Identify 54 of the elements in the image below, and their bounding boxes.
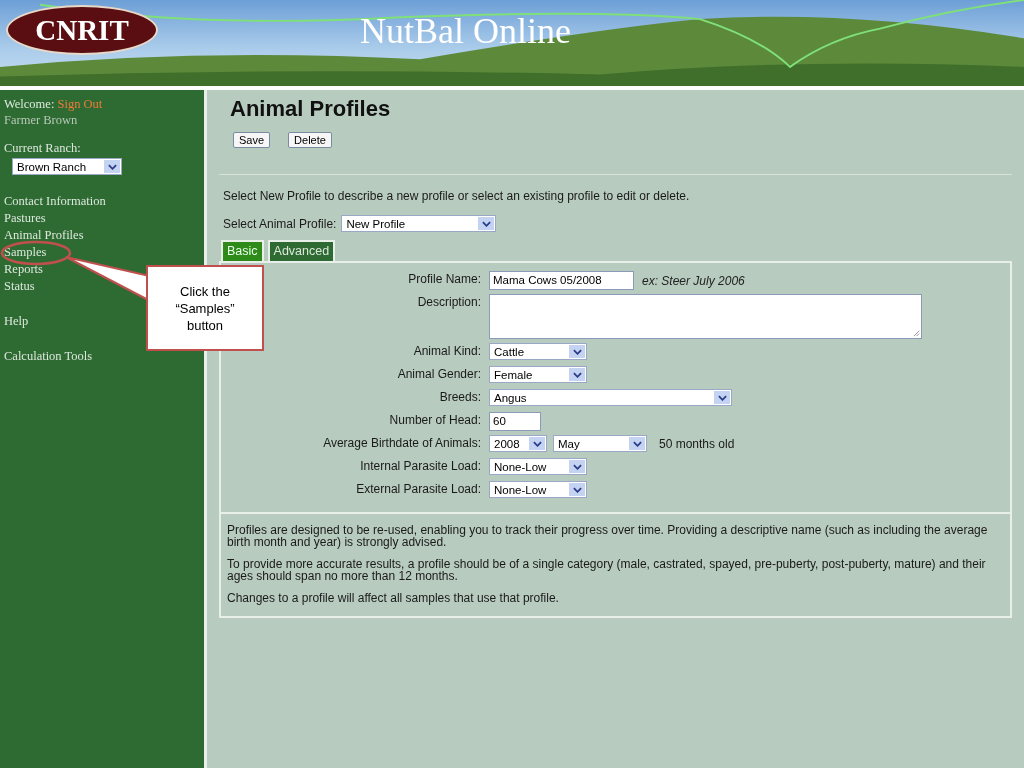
nav-link[interactable]: Help (4, 314, 29, 328)
example-hint: ex: Steer July 2006 (642, 273, 745, 288)
dropdown-arrow-icon (569, 368, 585, 381)
field-label: Profile Name: (407, 271, 482, 287)
field-label: Select Animal Profile: (223, 216, 337, 231)
field-label: Number of Head: (388, 412, 482, 428)
dropdown-arrow-icon (529, 437, 545, 450)
dropdown-arrow-icon (569, 483, 585, 496)
dropdown-select[interactable]: Angus (489, 389, 732, 406)
field-label: Animal Kind: (412, 343, 482, 359)
month-select[interactable]: May (553, 435, 647, 452)
field-label: Breeds: (438, 389, 482, 405)
field-label: Animal Gender: (396, 366, 482, 382)
note-paragraph: Profiles are designed to be re-used, enabling you to track their progress over time. Providing a descriptive name (such as including the average birth month and year) is strongly advised. (227, 524, 989, 548)
note-paragraph: Changes to a profile will affect all samples that use that profile. (227, 592, 560, 604)
dropdown-arrow-icon (629, 437, 645, 450)
field-label: Internal Parasite Load: (359, 458, 482, 474)
user-name: Farmer Brown (4, 112, 79, 128)
callout-note: Click the “Samples” button (146, 265, 264, 351)
ranch-label: Current Ranch: (4, 140, 82, 156)
ranch-select[interactable]: Brown Ranch (12, 158, 122, 175)
instruction-text: Select New Profile to describe a new profile or select an existing profile to edit or delete. (223, 189, 691, 203)
nav-link[interactable]: Calculation Tools (4, 349, 93, 363)
nav-link[interactable]: Status (4, 279, 35, 293)
dropdown-select[interactable]: Female (489, 366, 587, 383)
nav-link[interactable]: Animal Profiles (4, 228, 84, 242)
tab[interactable]: Advanced (267, 240, 336, 261)
note-paragraph: To provide more accurate results, a profile should be of a single category (male, castrated, spayed, pre-puberty, post-puberty, mature) and their ages should span no more than 12 months. (227, 558, 987, 582)
dropdown-select[interactable]: None-Low (489, 458, 587, 475)
field-label: External Parasite Load: (355, 481, 482, 497)
profile-select[interactable]: New Profile (341, 215, 497, 232)
description-field[interactable] (489, 294, 922, 339)
logo[interactable]: CNRIT (6, 5, 158, 55)
tab[interactable]: Basic (221, 240, 264, 261)
dropdown-arrow-icon (569, 460, 585, 473)
head-count-input[interactable]: 60 (489, 412, 541, 431)
nav-link[interactable]: Reports (4, 262, 43, 276)
age-text: 50 months old (659, 436, 735, 451)
nav-link[interactable]: Pastures (4, 211, 46, 225)
welcome-label: Welcome: (4, 97, 55, 111)
dropdown-select[interactable]: Cattle (489, 343, 587, 360)
action-button[interactable]: Save (233, 132, 271, 148)
year-select[interactable]: 2008 (489, 435, 547, 452)
dropdown-arrow-icon (104, 160, 120, 173)
field-label: Average Birthdate of Animals: (322, 435, 482, 451)
dropdown-arrow-icon (569, 345, 585, 358)
resize-grip-icon (913, 330, 920, 337)
nav-link[interactable]: Contact Information (4, 194, 106, 208)
profile-name-input[interactable]: Mama Cows 05/2008 (489, 271, 634, 290)
site-title: NutBal Online (360, 10, 571, 52)
page-title: Animal Profiles (230, 96, 392, 122)
action-button[interactable]: Delete (288, 132, 332, 148)
dropdown-arrow-icon (714, 391, 730, 404)
dropdown-select[interactable]: None-Low (489, 481, 587, 498)
